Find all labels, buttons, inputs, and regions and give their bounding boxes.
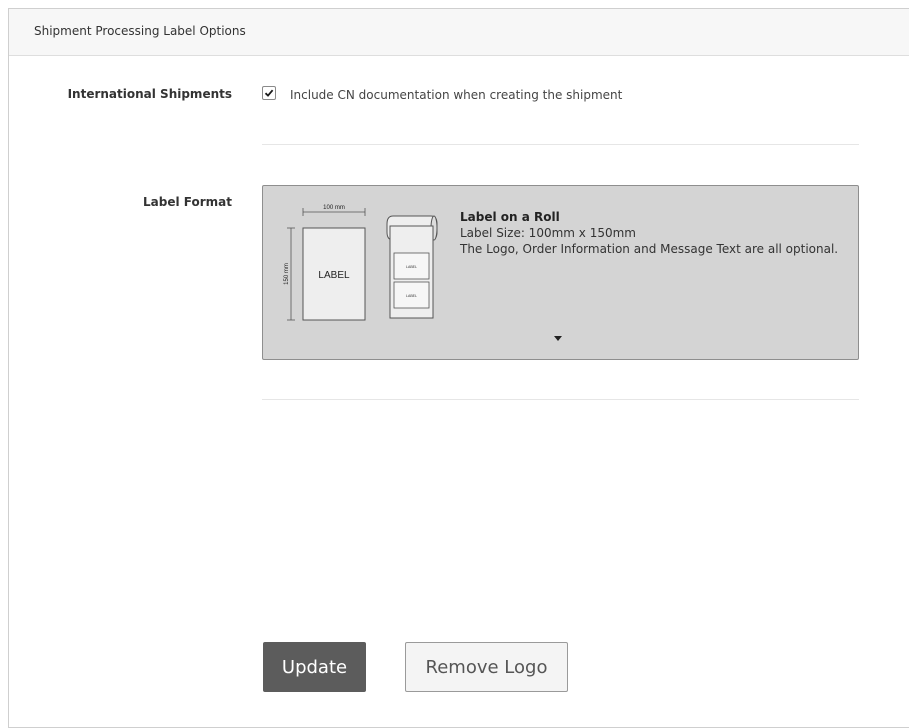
label-roll-illustration-icon: 100 mm 150 mm LABEL LABEL LABEL <box>284 205 438 321</box>
height-dimension-text: 150 mm <box>284 263 290 285</box>
international-shipments-label: International Shipments <box>67 87 232 101</box>
label-options-panel: Shipment Processing Label Options Intern… <box>8 8 909 728</box>
label-option-description: The Logo, Order Information and Message … <box>460 242 839 256</box>
roll-label-text-2: LABEL <box>406 294 417 298</box>
cn-documentation-checkbox[interactable] <box>262 86 276 100</box>
label-sheet-text: LABEL <box>318 270 350 281</box>
checkmark-icon <box>264 89 274 97</box>
label-format-label: Label Format <box>143 195 232 209</box>
caret-down-icon[interactable] <box>554 336 562 341</box>
roll-label-text-1: LABEL <box>406 265 417 269</box>
panel-header: Shipment Processing Label Options <box>9 9 909 56</box>
remove-logo-button[interactable]: Remove Logo <box>405 642 568 692</box>
divider <box>262 144 859 145</box>
update-button[interactable]: Update <box>263 642 366 692</box>
cn-documentation-label[interactable]: Include CN documentation when creating t… <box>290 88 622 102</box>
label-option-size: Label Size: 100mm x 150mm <box>460 226 636 240</box>
panel-title: Shipment Processing Label Options <box>34 24 246 38</box>
divider <box>262 399 859 400</box>
label-format-selector[interactable]: 100 mm 150 mm LABEL LABEL LABEL Label on… <box>262 185 859 360</box>
width-dimension-text: 100 mm <box>323 205 345 211</box>
label-option-title: Label on a Roll <box>460 210 560 224</box>
